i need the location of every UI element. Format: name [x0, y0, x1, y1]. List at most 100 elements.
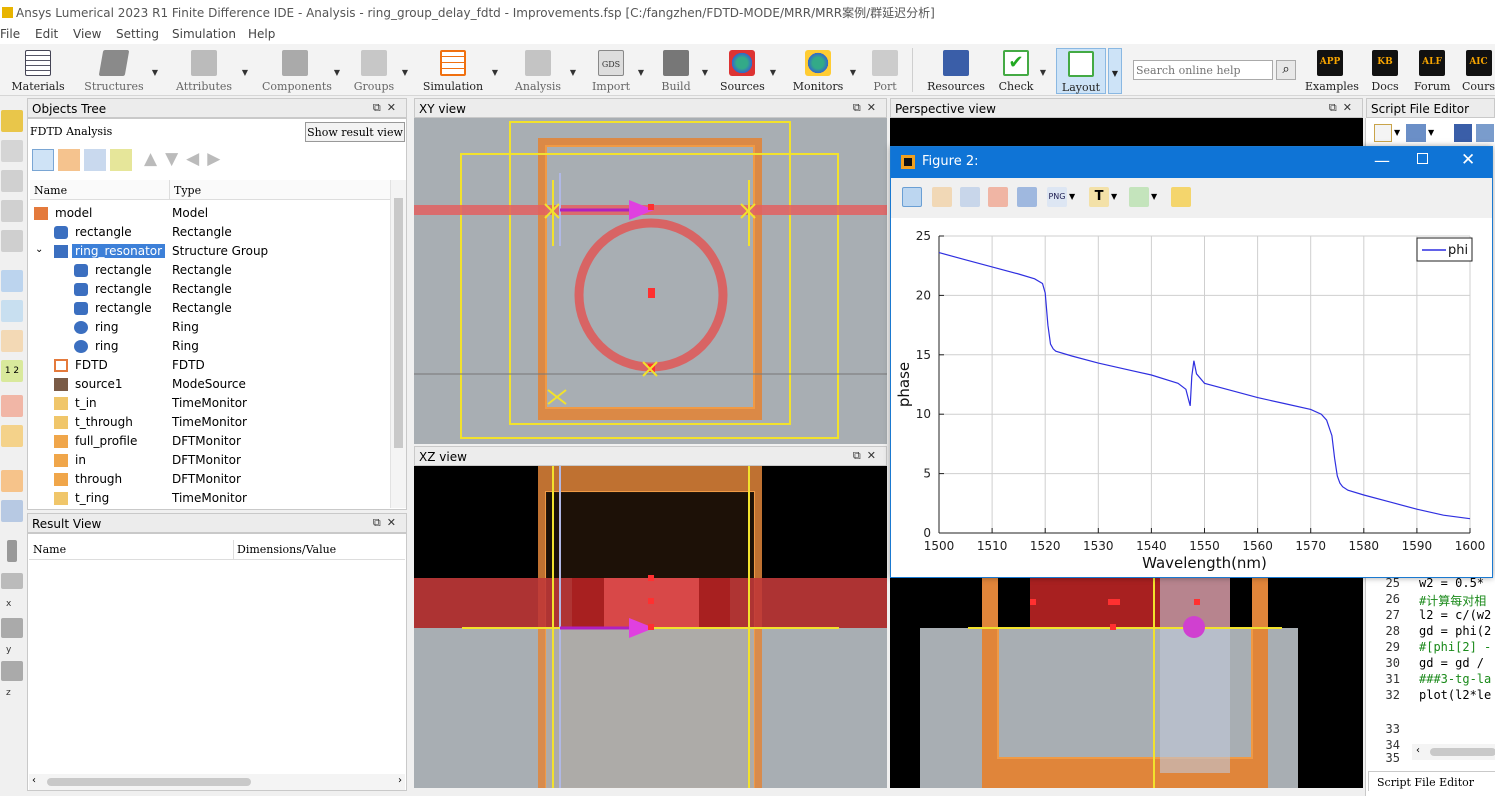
- menu-setting[interactable]: Setting: [116, 27, 159, 41]
- tree-row[interactable]: rectangle Rectangle: [28, 223, 390, 242]
- xy-view-canvas[interactable]: [414, 118, 887, 444]
- docs-button[interactable]: KB Docs: [1368, 48, 1402, 94]
- phase-chart[interactable]: 1500 1510 1520 1530 1540 1550 1560 1570 1580 1590…: [891, 218, 1492, 577]
- slider-icon[interactable]: [7, 540, 17, 562]
- marker-tool-icon[interactable]: [1129, 187, 1149, 207]
- filter-monitors-icon[interactable]: [110, 149, 132, 171]
- chevron-down-icon[interactable]: ▼: [850, 68, 856, 77]
- chevron-down-icon[interactable]: ▼: [334, 68, 340, 77]
- materials-button[interactable]: Materials: [8, 48, 68, 94]
- sources-button[interactable]: Sources ▼: [720, 48, 776, 94]
- array-icon[interactable]: [1, 200, 23, 222]
- show-result-view-button[interactable]: Show result view: [305, 122, 405, 142]
- tree-row[interactable]: ⌄ ring_resonator Structure Group: [28, 242, 390, 261]
- scale-icon[interactable]: 1 2: [1, 360, 23, 382]
- scroll-thumb[interactable]: [394, 198, 403, 448]
- chevron-down-icon[interactable]: ▼: [242, 68, 248, 77]
- tree-row[interactable]: through DFTMonitor: [28, 470, 390, 489]
- resources-button[interactable]: Resources: [926, 48, 986, 94]
- chevron-down-icon[interactable]: ▼: [1040, 68, 1046, 77]
- menu-file[interactable]: File: [0, 27, 20, 41]
- tree-row[interactable]: source1 ModeSource: [28, 375, 390, 394]
- analysis-button[interactable]: Analysis ▼: [512, 48, 576, 94]
- filter-simulation-icon[interactable]: [58, 149, 80, 171]
- search-button[interactable]: ⌕: [1276, 60, 1296, 80]
- chevron-down-icon[interactable]: ▼: [1111, 192, 1117, 201]
- scroll-thumb[interactable]: [1430, 748, 1495, 756]
- panel-float-close-icons[interactable]: ⧉✕: [853, 101, 882, 115]
- select-arrow-icon[interactable]: [960, 187, 980, 207]
- panel-float-close-icons[interactable]: ⧉✕: [1329, 101, 1358, 115]
- tree-row[interactable]: in DFTMonitor: [28, 451, 390, 470]
- tree-row[interactable]: rectangle Rectangle: [28, 299, 390, 318]
- chevron-down-icon[interactable]: ▼: [152, 68, 158, 77]
- chevron-down-icon[interactable]: ▼: [1428, 128, 1434, 137]
- x-axis-icon[interactable]: [1, 573, 23, 589]
- tree-scrollbar[interactable]: [390, 180, 406, 508]
- chevron-down-icon[interactable]: ▼: [570, 68, 576, 77]
- zoom-icon[interactable]: [902, 187, 922, 207]
- bars-icon[interactable]: [1, 661, 23, 681]
- mountain-icon[interactable]: [1017, 187, 1037, 207]
- open-folder-icon[interactable]: [1406, 124, 1426, 142]
- pan-hand-icon[interactable]: [932, 187, 952, 207]
- minimize-icon[interactable]: —: [1374, 151, 1390, 170]
- result-hscrollbar[interactable]: ‹ ›: [29, 774, 405, 790]
- text-tool-icon[interactable]: T: [1089, 187, 1109, 207]
- check-button[interactable]: ✔ Check ▼: [998, 48, 1046, 94]
- import-button[interactable]: GDS Import ▼: [590, 48, 644, 94]
- script-code-area[interactable]: 25 w2 = 0.5* 26 #计算每对相 27 l2 = c/(w2 28 gd =…: [1366, 573, 1495, 765]
- chevron-down-icon[interactable]: ▼: [702, 68, 708, 77]
- filter-structures-icon[interactable]: [32, 149, 54, 171]
- tree-row[interactable]: model Model: [28, 204, 390, 223]
- tree-row[interactable]: rectangle Rectangle: [28, 280, 390, 299]
- calculator-icon[interactable]: [1, 500, 23, 522]
- xz-view-canvas[interactable]: [414, 466, 887, 788]
- attributes-button[interactable]: Attributes ▼: [172, 48, 248, 94]
- script-hscrollbar[interactable]: ‹: [1412, 744, 1495, 760]
- port-button[interactable]: Port: [870, 48, 900, 94]
- panel-float-close-icons[interactable]: ⧉✕: [373, 101, 402, 115]
- close-icon[interactable]: ✕: [1461, 150, 1475, 170]
- examples-button[interactable]: APP Examples: [1305, 48, 1359, 94]
- groups-button[interactable]: Groups ▼: [352, 48, 408, 94]
- tree-row[interactable]: FDTD FDTD: [28, 356, 390, 375]
- layout-dropdown[interactable]: ▼: [1108, 48, 1122, 94]
- select-arrow-icon[interactable]: [1, 270, 23, 292]
- script-editor-tab[interactable]: Script File Editor: [1368, 771, 1495, 791]
- export-png-icon[interactable]: PNG: [1047, 187, 1067, 207]
- tree-row[interactable]: ring Ring: [28, 318, 390, 337]
- chevron-down-icon[interactable]: ▼: [770, 68, 776, 77]
- tree-row[interactable]: full_profile DFTMonitor: [28, 432, 390, 451]
- tree-row[interactable]: t_ring TimeMonitor: [28, 489, 390, 507]
- maximize-icon[interactable]: [1417, 153, 1428, 164]
- components-button[interactable]: Components ▼: [262, 48, 340, 94]
- tree-row[interactable]: ring Ring: [28, 337, 390, 356]
- tree-row[interactable]: t_in TimeMonitor: [28, 394, 390, 413]
- delete-icon[interactable]: [1, 230, 23, 252]
- save-icon[interactable]: [1454, 124, 1472, 142]
- chevron-down-icon[interactable]: ▼: [638, 68, 644, 77]
- search-input[interactable]: [1133, 60, 1273, 80]
- menu-view[interactable]: View: [73, 27, 101, 41]
- grid-icon[interactable]: [1, 470, 23, 492]
- chevron-down-icon[interactable]: ⌄: [35, 244, 43, 255]
- chevron-down-icon[interactable]: ▼: [1151, 192, 1157, 201]
- menu-simulation[interactable]: Simulation: [172, 27, 236, 41]
- tree-row[interactable]: rectangle Rectangle: [28, 261, 390, 280]
- zoom-region-icon[interactable]: [1, 395, 23, 417]
- pyramid-icon[interactable]: [1, 140, 23, 162]
- pan-hand-icon[interactable]: [1, 330, 23, 352]
- scroll-thumb[interactable]: [47, 778, 251, 786]
- new-file-icon[interactable]: [1374, 124, 1392, 142]
- move-arrows-icons[interactable]: ▲▼◀▶: [144, 149, 228, 169]
- triangle-icon[interactable]: [1, 170, 23, 192]
- panel-float-close-icons[interactable]: ⧉✕: [853, 449, 882, 463]
- chevron-down-icon[interactable]: ▼: [492, 68, 498, 77]
- build-button[interactable]: Build ▼: [656, 48, 708, 94]
- structures-button[interactable]: Structures ▼: [82, 48, 158, 94]
- zoom-region-icon[interactable]: [988, 187, 1008, 207]
- tree-row[interactable]: t_through TimeMonitor: [28, 413, 390, 432]
- save-as-icon[interactable]: [1476, 124, 1494, 142]
- courses-button[interactable]: AIC Cours: [1462, 48, 1495, 94]
